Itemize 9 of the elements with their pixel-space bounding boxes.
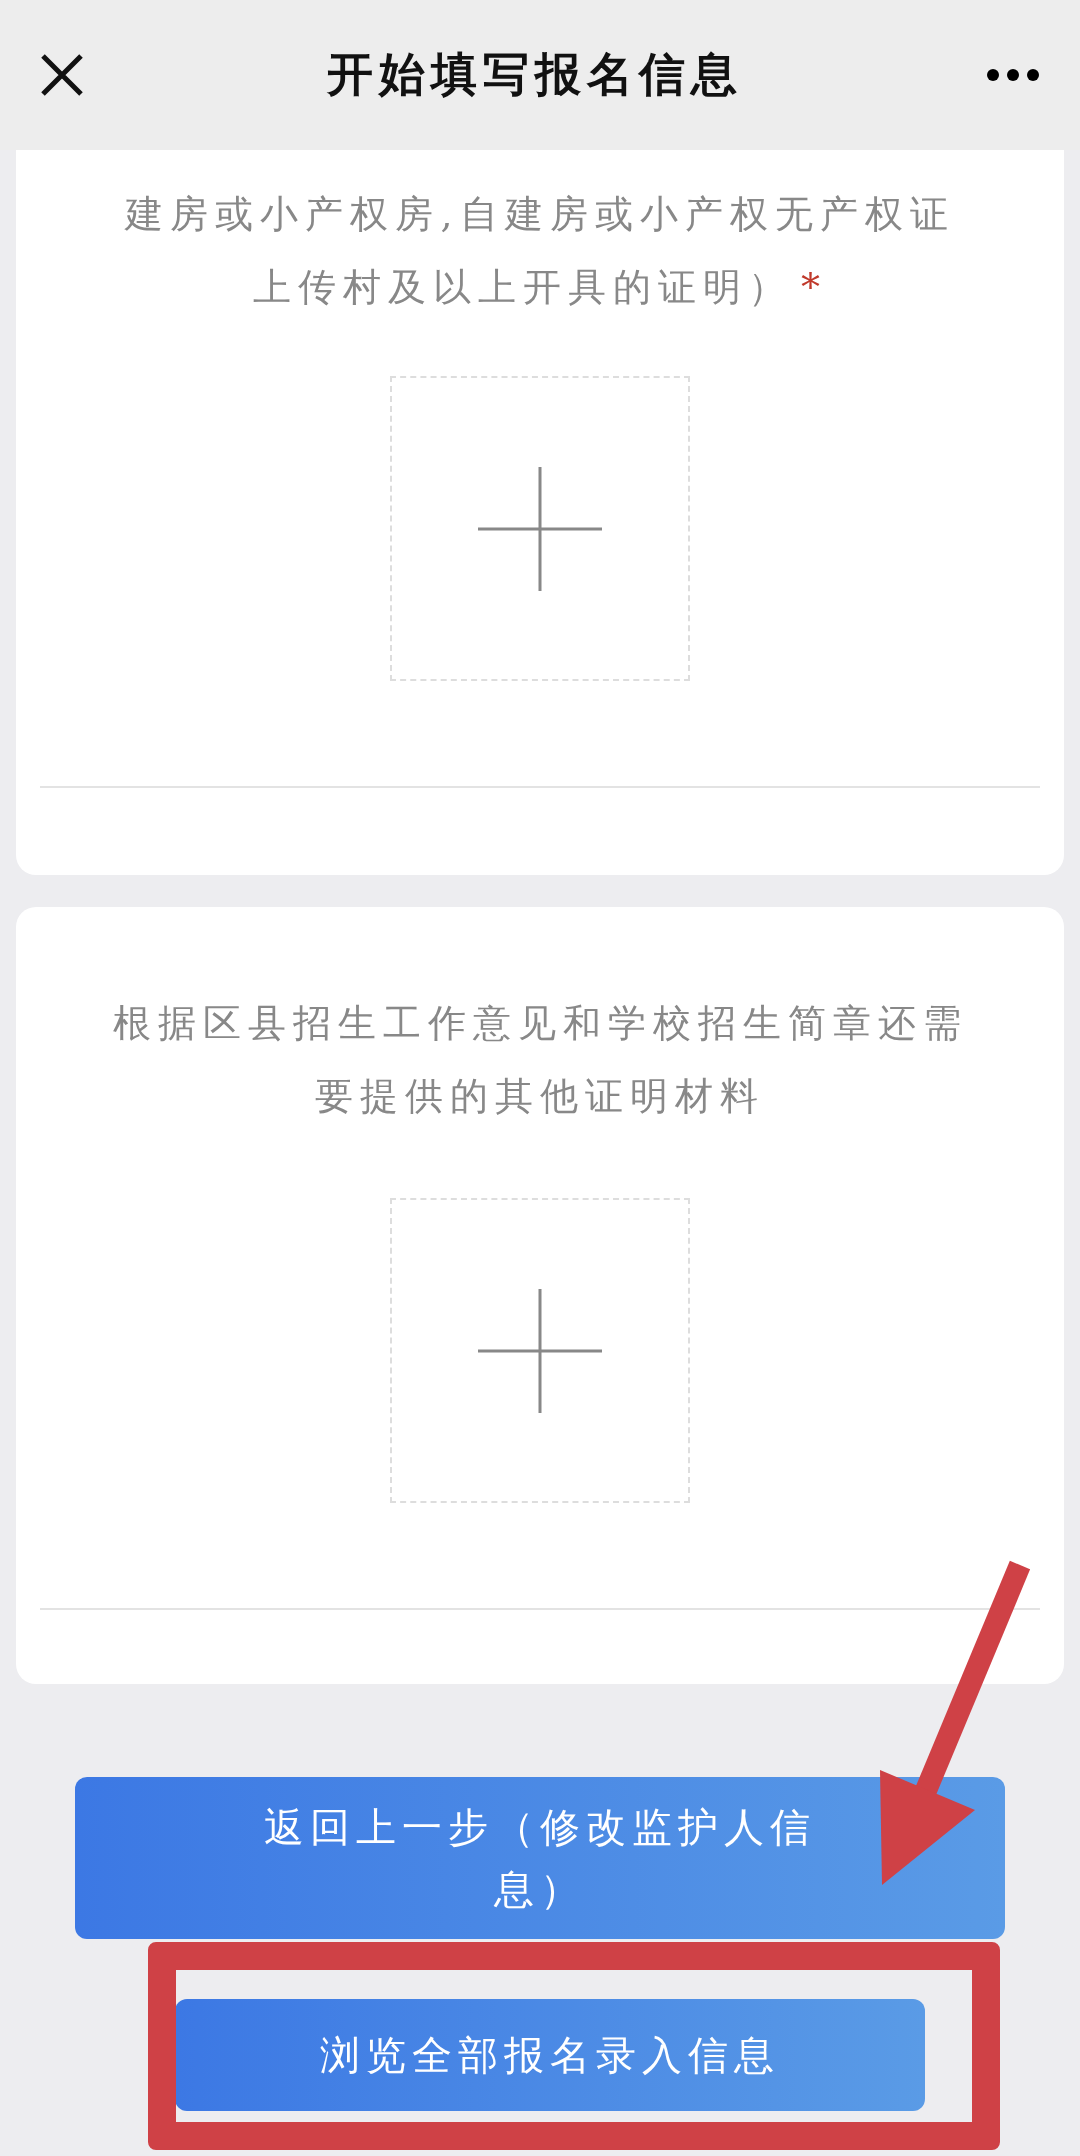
- plus-icon: [478, 466, 602, 591]
- more-icon[interactable]: [986, 68, 1040, 82]
- close-icon[interactable]: [40, 53, 84, 97]
- plus-icon: [478, 1288, 602, 1413]
- upload-instructions: 根据区县招生工作意见和学校招生简章还需 要提供的其他证明材料: [112, 1000, 968, 1120]
- page-title: 开始填写报名信息: [327, 46, 743, 103]
- upload-instructions: 建房或小产权房,自建房或小产权无产权证 上传村及以上开具的证明） *: [125, 191, 955, 311]
- back-button[interactable]: 返回上一步（修改监护人信 息）: [75, 1777, 1005, 1939]
- browse-button[interactable]: 浏览全部报名录入信息: [175, 1999, 925, 2111]
